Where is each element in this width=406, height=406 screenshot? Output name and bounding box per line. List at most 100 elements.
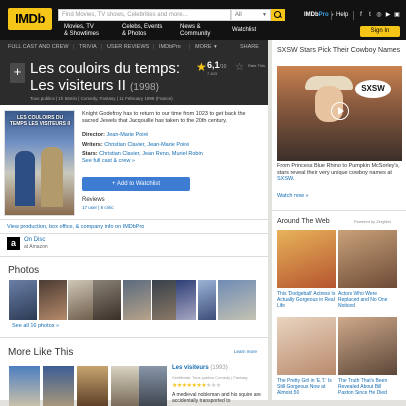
photo-thumbnail[interactable]	[39, 280, 67, 320]
page-title: Les couloirs du temps: Les visiteurs II …	[30, 60, 200, 96]
rate-star-icon[interactable]: ☆	[235, 62, 244, 73]
rating-max: /10	[219, 64, 227, 70]
recommendation-rating-stars[interactable]: ★★★★★★★★★★	[172, 382, 221, 389]
imdb-logo[interactable]: IMDb	[8, 8, 52, 30]
help-link[interactable]: Help	[336, 12, 348, 18]
divider	[0, 219, 268, 220]
recommendation-title-text: Les visiteurs	[172, 365, 209, 371]
rating-votes[interactable]: 7 403	[207, 71, 217, 76]
play-icon[interactable]	[331, 102, 349, 120]
article-thumbnail[interactable]	[338, 317, 397, 375]
plot-summary: Knight Godefroy has to return to our tim…	[82, 111, 246, 124]
movie-poster[interactable]: LES COULOIRS DU TEMPS LES VISITEURS II	[4, 110, 75, 216]
add-to-watchlist-button[interactable]: + Add to Watchlist	[82, 177, 190, 191]
reviews-counts[interactable]: 17 user | 8 critic	[82, 205, 114, 210]
recommendation-title[interactable]: Les visiteurs (1993)	[172, 365, 228, 371]
divider	[0, 233, 268, 234]
subnav-divider: |	[73, 44, 75, 50]
article-link[interactable]: This 'Dodgeball' Actress Is Actually Gor…	[277, 291, 337, 309]
recommendation-description: A medieval nobleman and his squire are a…	[172, 392, 261, 404]
photo-thumbnail[interactable]	[68, 280, 96, 320]
nav-movies-line2: & Showtimes	[64, 31, 100, 37]
recommendation-poster[interactable]	[9, 366, 40, 406]
photo-thumbnail[interactable]	[9, 280, 37, 320]
rating-value: 6,1/10	[207, 60, 226, 70]
stars-row: Stars: Christian Clavier, Jean Reno, Mur…	[82, 151, 203, 157]
imdbpro-suffix: Pro	[318, 12, 329, 18]
subnav-share[interactable]: SHARE	[240, 44, 259, 50]
search-scope-select[interactable]: All ▼	[231, 9, 271, 21]
twitch-icon[interactable]: ▣	[394, 12, 400, 18]
promo-video[interactable]: SXSW	[277, 66, 402, 161]
top-header: IMDb Find Movies, TV shows, Celebrities …	[0, 0, 406, 40]
recommendation-poster[interactable]	[139, 366, 167, 406]
subnav-divider: |	[153, 44, 155, 50]
twitter-icon[interactable]: t	[367, 12, 373, 18]
rate-this-label[interactable]: Rate This	[248, 63, 266, 68]
sxsw-badge: SXSW	[355, 80, 391, 98]
promo-caption-text: From Princess Blue Rhino to Pumpkin McSo…	[277, 163, 400, 176]
article-link[interactable]: Actors Who Were Replaced and No One Noti…	[338, 291, 398, 309]
youtube-icon[interactable]: ▶	[385, 12, 391, 18]
article-link[interactable]: The Pretty Girl in 'E.T.' Is Still Gorge…	[277, 378, 337, 396]
writers-link[interactable]: Christian Clavier, Jean-Marie Poiré	[104, 142, 189, 148]
nav-watchlist[interactable]: Watchlist	[232, 27, 256, 34]
search-input[interactable]: Find Movies, TV shows, Celebrities and m…	[58, 9, 231, 21]
recommendation-poster[interactable]	[77, 366, 108, 406]
recommendation-poster[interactable]	[111, 366, 142, 406]
article-thumbnail[interactable]	[277, 230, 336, 288]
nav-celebs[interactable]: Celebs, Events & Photos	[122, 24, 162, 38]
watch-now-link[interactable]: Watch now »	[277, 193, 309, 199]
promo-headline[interactable]: SXSW Stars Pick Their Cowboy Names	[277, 46, 402, 55]
facebook-icon[interactable]: f	[358, 12, 364, 18]
subnav-more[interactable]: MORE	[195, 44, 212, 50]
imdbpro-prefix: IMDb	[304, 12, 319, 18]
instagram-icon[interactable]: ◎	[376, 12, 382, 18]
around-the-web-heading: Around The Web	[277, 218, 330, 225]
see-all-photos-link[interactable]: See all 16 photos »	[12, 323, 59, 329]
article-thumbnail[interactable]	[277, 317, 336, 375]
nav-news[interactable]: News & Community	[180, 24, 210, 38]
title-subnav: FULL CAST AND CREW | TRIVIA | USER REVIE…	[0, 40, 268, 55]
rating-number: 6,1	[207, 60, 220, 70]
subnav-trivia[interactable]: TRIVIA	[79, 44, 97, 50]
director-link[interactable]: Jean-Marie Poiré	[106, 132, 148, 138]
subnav-cast-crew[interactable]: FULL CAST AND CREW	[8, 44, 69, 50]
see-full-cast-link[interactable]: See full cast & crew »	[82, 158, 135, 164]
article-thumbnail[interactable]	[338, 230, 397, 288]
subnav-imdbpro[interactable]: IMDbPro	[159, 44, 181, 50]
writers-row: Writers: Christian Clavier, Jean-Marie P…	[82, 142, 189, 148]
sxsw-link[interactable]: SXSW	[277, 176, 293, 182]
powered-by-label: Powered by ZergNet	[354, 219, 391, 224]
nav-movies-line1: Movies, TV	[64, 24, 94, 30]
title-year[interactable]: (1998)	[130, 82, 159, 93]
subnav-user-reviews[interactable]: USER REVIEWS	[107, 44, 149, 50]
photo-thumbnail[interactable]	[176, 280, 196, 320]
photo-thumbnail[interactable]	[123, 280, 151, 320]
photo-thumbnail[interactable]	[198, 280, 216, 320]
chevron-down-icon: ▼	[262, 12, 267, 18]
search-button[interactable]	[271, 9, 285, 21]
divider	[353, 11, 354, 20]
imdbpro-production-link[interactable]: View production, box office, & company i…	[7, 224, 144, 230]
nav-watchlist-label: Watchlist	[232, 27, 257, 33]
on-disc-link[interactable]: On Disc at Amazon	[24, 237, 48, 251]
add-to-watchlist-ribbon[interactable]: +	[10, 63, 25, 83]
nav-movies[interactable]: Movies, TV & Showtimes	[64, 24, 99, 38]
more-like-this-heading: More Like This	[8, 347, 74, 358]
promo-caption-end: .	[292, 176, 295, 182]
stars-link[interactable]: Christian Clavier, Jean Reno, Muriel Rob…	[99, 151, 203, 157]
photo-thumbnail[interactable]	[218, 280, 256, 320]
photo-thumbnail[interactable]	[93, 280, 121, 320]
recommendation-year: (1993)	[210, 365, 228, 371]
article-link[interactable]: The Truth That's Been Revealed About Bil…	[338, 378, 398, 396]
learn-more-link[interactable]: Learn more	[234, 349, 257, 354]
divider	[0, 337, 268, 338]
poster-title-text: LES COULOIRS DU TEMPS LES VISITEURS II	[9, 115, 71, 127]
recommendation-poster[interactable]	[43, 366, 74, 406]
see-full-cast-row: See full cast & crew »	[82, 158, 135, 164]
sign-in-button[interactable]: Sign In	[360, 26, 400, 37]
imdbpro-link[interactable]: IMDbPro ▼	[304, 12, 334, 18]
director-row: Director: Jean-Marie Poiré	[82, 132, 148, 138]
amazon-icon[interactable]: a	[7, 237, 20, 250]
